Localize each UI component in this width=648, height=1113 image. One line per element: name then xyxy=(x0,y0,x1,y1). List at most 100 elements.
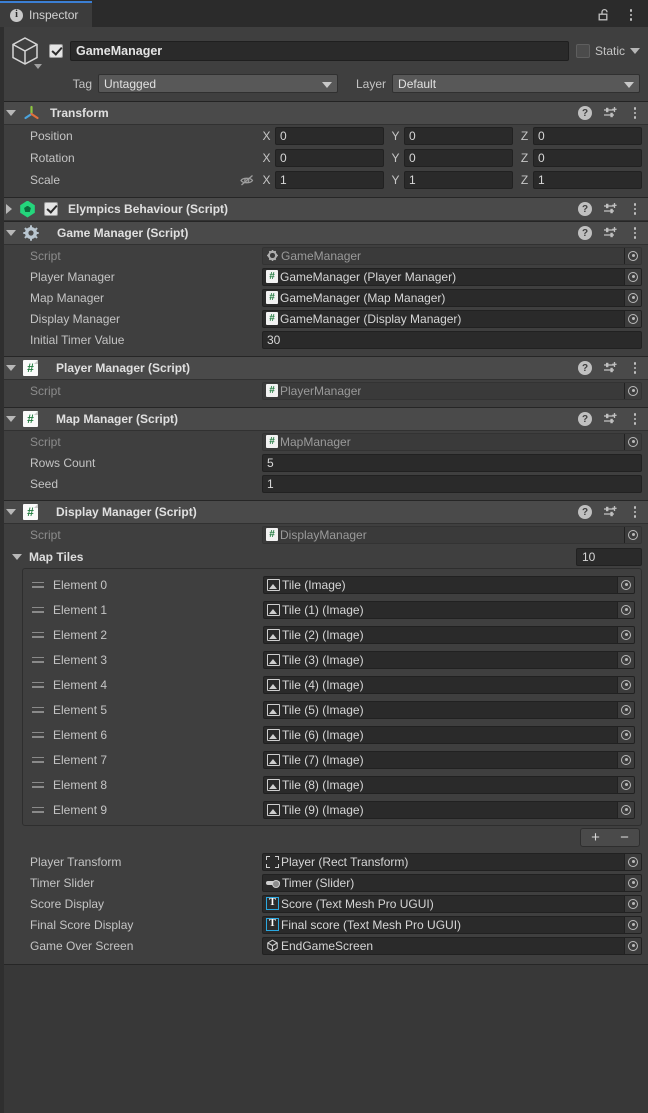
foldout-arrow-icon[interactable] xyxy=(6,509,16,515)
static-checkbox[interactable] xyxy=(575,44,590,58)
position-x[interactable]: X 0 xyxy=(262,127,384,145)
list-item[interactable]: Element 9 Tile (9) (Image) xyxy=(23,797,641,822)
initial-timer-value-input[interactable]: 30 xyxy=(262,330,642,349)
preset-icon[interactable] xyxy=(603,412,617,426)
kebab-menu-icon[interactable] xyxy=(628,506,642,518)
object-picker-button[interactable] xyxy=(624,916,641,933)
player-manager-object-field[interactable]: # GameManager (Player Manager) xyxy=(262,267,642,286)
player-transform-object-field[interactable]: Player (Rect Transform) xyxy=(262,852,642,871)
add-element-button[interactable]: + xyxy=(581,829,610,846)
object-picker-button[interactable] xyxy=(617,651,634,668)
help-icon[interactable]: ? xyxy=(578,226,592,240)
object-picker-button[interactable] xyxy=(624,937,641,954)
scale-y-input[interactable]: 1 xyxy=(404,171,513,189)
chevron-down-icon[interactable] xyxy=(34,64,42,69)
object-picker-button[interactable] xyxy=(624,310,641,327)
help-icon[interactable]: ? xyxy=(578,505,592,519)
rotation-y-input[interactable]: 0 xyxy=(404,149,513,167)
drag-handle-icon[interactable] xyxy=(23,656,53,663)
gameobject-name-input[interactable]: GameManager xyxy=(70,41,569,61)
position-z[interactable]: Z 0 xyxy=(520,127,642,145)
tag-dropdown[interactable]: Untagged xyxy=(98,74,338,93)
static-dropdown-icon[interactable] xyxy=(630,48,640,54)
foldout-arrow-icon[interactable] xyxy=(6,416,16,422)
game-manager-header[interactable]: Game Manager (Script) ? xyxy=(0,222,648,245)
final-score-display-object-field[interactable]: T Final score (Text Mesh Pro UGUI) xyxy=(262,915,642,934)
seed-input[interactable]: 1 xyxy=(262,474,642,493)
drag-handle-icon[interactable] xyxy=(23,706,53,713)
map-manager-header[interactable]: # Map Manager (Script) ? xyxy=(0,408,648,431)
foldout-arrow-icon[interactable] xyxy=(6,365,16,371)
element-object-field[interactable]: Tile (8) (Image) xyxy=(263,775,635,794)
element-object-field[interactable]: Tile (9) (Image) xyxy=(263,800,635,819)
scale-x-input[interactable]: 1 xyxy=(275,171,384,189)
element-object-field[interactable]: Tile (7) (Image) xyxy=(263,750,635,769)
kebab-menu-icon[interactable] xyxy=(628,227,642,239)
kebab-menu-icon[interactable] xyxy=(628,362,642,374)
drag-handle-icon[interactable] xyxy=(23,581,53,588)
preset-icon[interactable] xyxy=(603,505,617,519)
player-manager-header[interactable]: # Player Manager (Script) ? xyxy=(0,357,648,380)
drag-handle-icon[interactable] xyxy=(23,731,53,738)
rotation-y[interactable]: Y 0 xyxy=(391,149,513,167)
kebab-menu-icon[interactable] xyxy=(624,9,638,21)
scale-z-input[interactable]: 1 xyxy=(533,171,642,189)
drag-handle-icon[interactable] xyxy=(23,806,53,813)
eye-off-icon[interactable] xyxy=(232,173,262,187)
element-object-field[interactable]: Tile (6) (Image) xyxy=(263,725,635,744)
padlock-open-icon[interactable] xyxy=(596,7,612,23)
object-picker-button[interactable] xyxy=(624,247,641,264)
drag-handle-icon[interactable] xyxy=(23,606,53,613)
foldout-arrow-icon[interactable] xyxy=(6,230,16,236)
rotation-z[interactable]: Z 0 xyxy=(520,149,642,167)
scale-x[interactable]: X 1 xyxy=(262,171,384,189)
position-y[interactable]: Y 0 xyxy=(391,127,513,145)
display-manager-header[interactable]: # Display Manager (Script) ? xyxy=(0,501,648,524)
element-object-field[interactable]: Tile (Image) xyxy=(263,575,635,594)
position-y-input[interactable]: 0 xyxy=(404,127,513,145)
list-item[interactable]: Element 4 Tile (4) (Image) xyxy=(23,672,641,697)
object-picker-button[interactable] xyxy=(617,751,634,768)
transform-header[interactable]: Transform ? xyxy=(0,102,648,125)
kebab-menu-icon[interactable] xyxy=(628,413,642,425)
position-z-input[interactable]: 0 xyxy=(533,127,642,145)
tab-inspector[interactable]: i Inspector xyxy=(0,1,93,27)
object-picker-button[interactable] xyxy=(617,726,634,743)
rows-count-input[interactable]: 5 xyxy=(262,453,642,472)
element-object-field[interactable]: Tile (3) (Image) xyxy=(263,650,635,669)
preset-icon[interactable] xyxy=(603,106,617,120)
rotation-x[interactable]: X 0 xyxy=(262,149,384,167)
object-picker-button[interactable] xyxy=(624,433,641,450)
map-manager-object-field[interactable]: # GameManager (Map Manager) xyxy=(262,288,642,307)
object-picker-button[interactable] xyxy=(624,853,641,870)
element-object-field[interactable]: Tile (5) (Image) xyxy=(263,700,635,719)
help-icon[interactable]: ? xyxy=(578,361,592,375)
preset-icon[interactable] xyxy=(603,361,617,375)
list-item[interactable]: Element 0 Tile (Image) xyxy=(23,572,641,597)
object-picker-button[interactable] xyxy=(617,626,634,643)
layer-dropdown[interactable]: Default xyxy=(392,74,640,93)
help-icon[interactable]: ? xyxy=(578,106,592,120)
score-display-object-field[interactable]: T Score (Text Mesh Pro UGUI) xyxy=(262,894,642,913)
display-manager-object-field[interactable]: # GameManager (Display Manager) xyxy=(262,309,642,328)
list-item[interactable]: Element 3 Tile (3) (Image) xyxy=(23,647,641,672)
elympics-enabled-checkbox[interactable] xyxy=(44,202,58,216)
object-picker-button[interactable] xyxy=(617,801,634,818)
drag-handle-icon[interactable] xyxy=(23,781,53,788)
object-picker-button[interactable] xyxy=(617,676,634,693)
remove-element-button[interactable]: − xyxy=(610,829,639,846)
object-picker-button[interactable] xyxy=(617,576,634,593)
list-item[interactable]: Element 2 Tile (2) (Image) xyxy=(23,622,641,647)
elympics-behaviour-header[interactable]: Elympics Behaviour (Script) ? xyxy=(0,198,648,221)
list-item[interactable]: Element 5 Tile (5) (Image) xyxy=(23,697,641,722)
drag-handle-icon[interactable] xyxy=(23,681,53,688)
gameobject-enabled-checkbox[interactable] xyxy=(49,44,63,58)
cube-icon[interactable] xyxy=(8,34,42,69)
preset-icon[interactable] xyxy=(603,202,617,216)
help-icon[interactable]: ? xyxy=(578,412,592,426)
foldout-arrow-icon[interactable] xyxy=(12,553,22,560)
list-item[interactable]: Element 1 Tile (1) (Image) xyxy=(23,597,641,622)
object-picker-button[interactable] xyxy=(624,874,641,891)
map-tiles-array-header[interactable]: Map Tiles 10 xyxy=(0,545,648,568)
object-picker-button[interactable] xyxy=(617,701,634,718)
